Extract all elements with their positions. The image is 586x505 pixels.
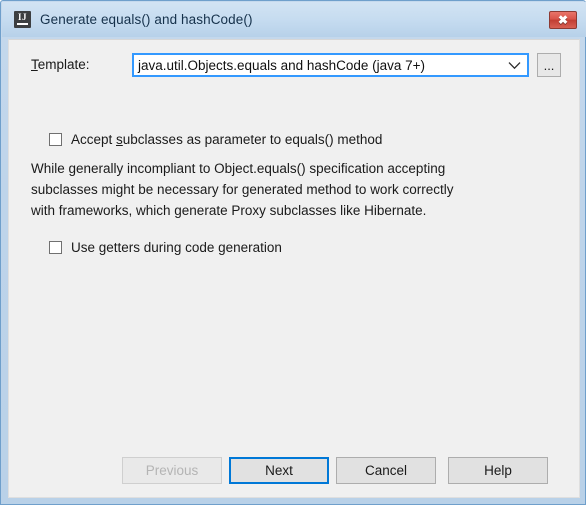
description-line-1: While generally incompliant to Object.eq… — [31, 161, 446, 176]
checkbox-accept-subclasses[interactable]: Accept subclasses as parameter to equals… — [49, 132, 382, 147]
help-button[interactable]: Help — [448, 457, 548, 484]
window-title: Generate equals() and hashCode() — [40, 12, 253, 27]
dialog-window: IJ Generate equals() and hashCode() ✖ Te… — [0, 0, 586, 505]
description-line-3: with frameworks, which generate Proxy su… — [31, 203, 427, 218]
close-icon: ✖ — [557, 13, 569, 27]
next-button[interactable]: Next — [229, 457, 329, 484]
title-bar: IJ Generate equals() and hashCode() ✖ — [2, 2, 586, 37]
description-line-2: subclasses might be necessary for genera… — [31, 182, 454, 197]
template-label: Template: — [31, 57, 90, 72]
template-combobox-value: java.util.Objects.equals and hashCode (j… — [138, 57, 426, 73]
checkbox-label-use-getters-post: etters during code generation — [106, 240, 282, 255]
close-button[interactable]: ✖ — [549, 11, 577, 29]
checkbox-label-accept-subclasses: Accept subclasses as parameter to equals… — [71, 132, 382, 147]
checkbox-label-use-getters: Use getters during code generation — [71, 240, 282, 255]
checkbox-box-accept-subclasses[interactable] — [49, 133, 62, 146]
previous-button: Previous — [122, 457, 222, 484]
checkbox-label-accept-subclasses-pre: Accept — [71, 132, 117, 147]
checkbox-use-getters[interactable]: Use getters during code generation — [49, 240, 282, 255]
dialog-button-bar: Previous Next Cancel Help — [9, 454, 579, 499]
checkbox-label-use-getters-pre: Use — [71, 240, 99, 255]
dialog-content-panel: Template: java.util.Objects.equals and h… — [8, 39, 580, 498]
template-browse-button[interactable]: ... — [537, 53, 561, 77]
checkbox-box-use-getters[interactable] — [49, 241, 62, 254]
chevron-down-icon[interactable] — [501, 55, 527, 75]
template-row: Template: java.util.Objects.equals and h… — [31, 53, 561, 77]
intellij-idea-icon-underline — [17, 23, 28, 25]
template-label-rest: emplate: — [37, 57, 90, 72]
intellij-idea-icon: IJ — [14, 11, 31, 28]
description-text: While generally incompliant to Object.eq… — [31, 158, 551, 221]
cancel-button[interactable]: Cancel — [336, 457, 436, 484]
checkbox-label-accept-subclasses-post: ubclasses as parameter to equals() metho… — [122, 132, 383, 147]
intellij-idea-icon-letters: IJ — [17, 12, 27, 22]
template-label-mnemonic: T — [31, 57, 38, 72]
checkbox-label-accept-subclasses-mnemonic: s — [116, 132, 123, 147]
template-combobox[interactable]: java.util.Objects.equals and hashCode (j… — [132, 53, 529, 77]
